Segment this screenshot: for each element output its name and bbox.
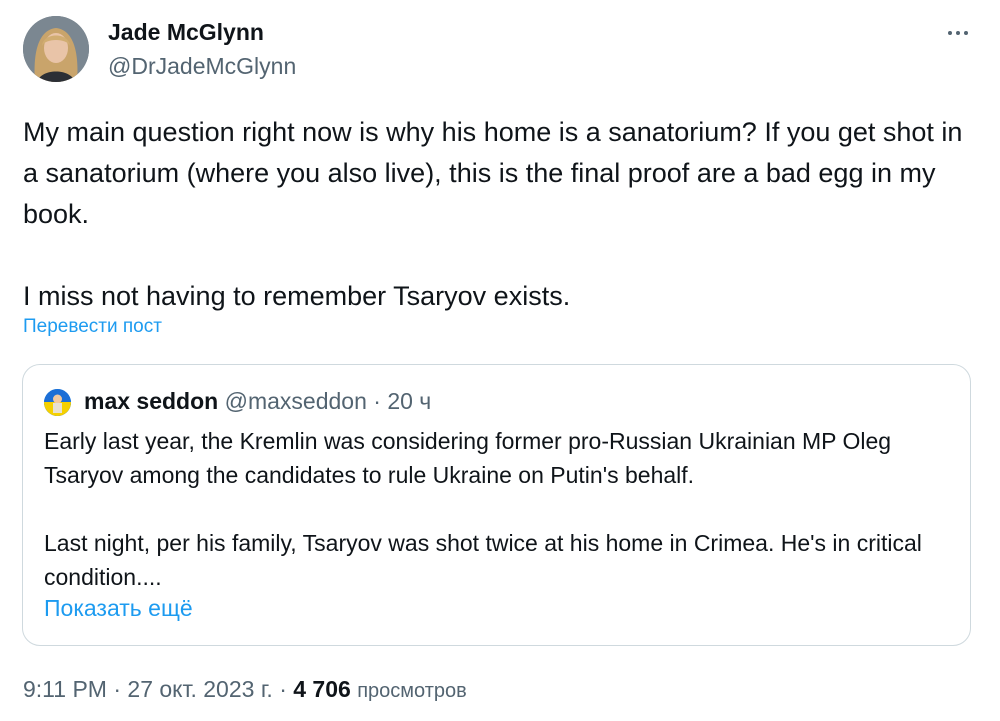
more-options-button[interactable] [940,18,976,48]
quote-avatar[interactable] [44,389,71,416]
author-handle[interactable]: @DrJadeMcGlynn [108,53,296,80]
author-name[interactable]: Jade McGlynn [108,19,264,46]
views-label: просмотров [357,680,467,702]
more-horizontal-icon [948,31,952,35]
tweet-paragraph: I miss not having to remember Tsaryov ex… [23,281,571,311]
quote-paragraph: Early last year, the Kremlin was conside… [44,428,892,488]
tweet: Jade McGlynn @DrJadeMcGlynn My main ques… [0,0,1000,721]
show-more-link[interactable]: Показать ещё [44,595,193,622]
tweet-paragraph: My main question right now is why his ho… [23,117,963,229]
translate-post-link[interactable]: Перевести пост [23,316,162,338]
meta-separator: · [113,676,122,702]
meta-separator: · [279,676,287,702]
quote-author-handle[interactable]: @maxseddon [225,388,367,414]
quoted-tweet-card[interactable]: max seddon @maxseddon · 20 ч Early last … [22,364,971,646]
quote-paragraph: Last night, per his family, Tsaryov was … [44,530,922,590]
quote-header: max seddon @maxseddon · 20 ч [84,388,431,415]
quote-separator: · [373,388,381,414]
post-date[interactable]: 27 окт. 2023 г. [127,676,272,702]
more-horizontal-icon-dot [956,31,960,35]
views-count: 4 706 [293,676,351,702]
avatar[interactable] [23,16,89,82]
post-time[interactable]: 9:11 PM [23,676,107,702]
quote-author-name[interactable]: max seddon [84,388,218,414]
tweet-meta: 9:11 PM · 27 окт. 2023 г. · 4 706 просмо… [23,676,467,703]
avatar-photo [23,16,89,82]
tweet-text: My main question right now is why his ho… [23,112,983,317]
more-horizontal-icon-dot [964,31,968,35]
quote-avatar-image [44,389,71,416]
quote-text: Early last year, the Kremlin was conside… [44,424,959,594]
quote-timestamp[interactable]: 20 ч [387,388,431,414]
